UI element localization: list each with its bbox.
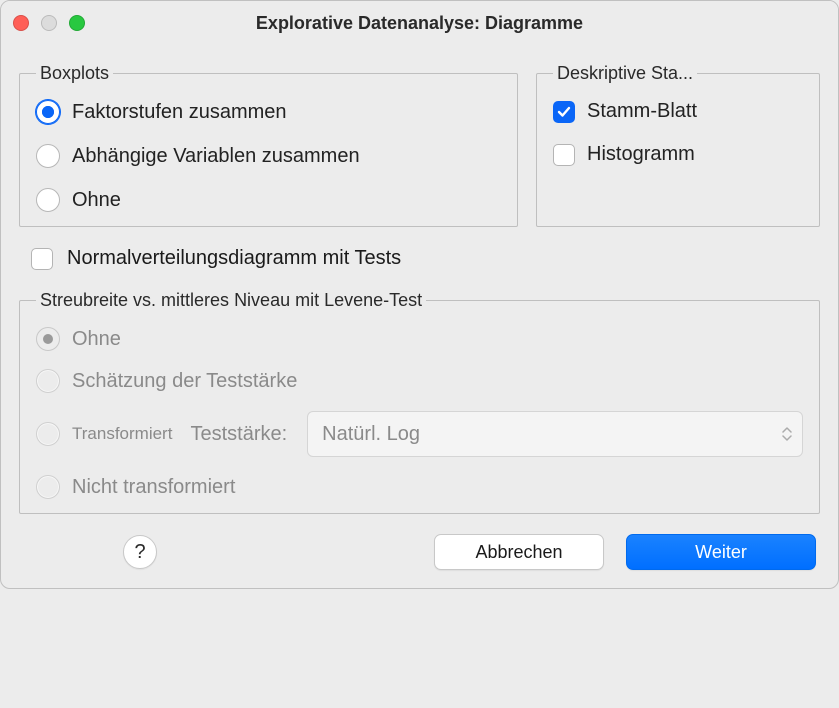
radio-icon [36, 327, 60, 351]
check-label: Stamm-Blatt [587, 100, 697, 123]
radio-dependent-vars-together[interactable]: Abhängige Variablen zusammen [36, 144, 501, 168]
help-icon: ? [134, 541, 145, 564]
radio-icon [36, 188, 60, 212]
radio-levene-none: Ohne [36, 327, 803, 351]
title-bar: Explorative Datenanalyse: Diagramme [1, 1, 838, 45]
check-label: Normalverteilungsdiagramm mit Tests [67, 247, 401, 270]
radio-icon [36, 100, 60, 124]
continue-button[interactable]: Weiter [626, 534, 816, 570]
check-label: Histogramm [587, 143, 695, 166]
select-value: Natürl. Log [322, 423, 420, 446]
descriptive-stats-group: Deskriptive Sta... Stamm-Blatt Histogram… [536, 63, 820, 227]
check-stem-leaf[interactable]: Stamm-Blatt [553, 100, 803, 123]
radio-levene-untransformed: Nicht transformiert [36, 475, 803, 499]
radio-icon [36, 144, 60, 168]
chevron-updown-icon [782, 427, 792, 441]
radio-levene-transformed-row: Transformiert Teststärke: Natürl. Log [36, 411, 803, 457]
radio-levene-power-estimate: Schätzung der Teststärke [36, 369, 803, 393]
power-select: Natürl. Log [307, 411, 803, 457]
cancel-button[interactable]: Abbrechen [434, 534, 604, 570]
checkbox-icon [553, 101, 575, 123]
radio-label: Nicht transformiert [72, 476, 235, 499]
radio-label: Schätzung der Teststärke [72, 370, 297, 393]
check-histogram[interactable]: Histogramm [553, 143, 803, 166]
radio-label: Transformiert [72, 424, 172, 444]
help-button[interactable]: ? [123, 535, 157, 569]
radio-factor-levels-together[interactable]: Faktorstufen zusammen [36, 100, 501, 124]
radio-label: Ohne [72, 328, 121, 351]
radio-label: Abhängige Variablen zusammen [72, 145, 360, 168]
checkbox-icon [31, 248, 53, 270]
window-title: Explorative Datenanalyse: Diagramme [1, 13, 838, 34]
boxplots-legend: Boxplots [36, 63, 113, 84]
dialog-content: Boxplots Faktorstufen zusammen Abhängige… [1, 45, 838, 588]
button-label: Abbrechen [475, 542, 562, 563]
button-bar: ? Abbrechen Weiter [19, 514, 820, 570]
radio-icon [36, 369, 60, 393]
radio-icon [36, 475, 60, 499]
check-normality-plot[interactable]: Normalverteilungsdiagramm mit Tests [19, 239, 820, 284]
radio-none[interactable]: Ohne [36, 188, 501, 212]
levene-legend: Streubreite vs. mittleres Niveau mit Lev… [36, 290, 426, 311]
dialog-window: Explorative Datenanalyse: Diagramme Boxp… [0, 0, 839, 589]
boxplots-group: Boxplots Faktorstufen zusammen Abhängige… [19, 63, 518, 227]
radio-icon [36, 422, 60, 446]
radio-label: Faktorstufen zusammen [72, 101, 287, 124]
button-label: Weiter [695, 542, 747, 563]
stats-legend: Deskriptive Sta... [553, 63, 697, 84]
checkbox-icon [553, 144, 575, 166]
power-label: Teststärke: [190, 423, 287, 446]
radio-label: Ohne [72, 189, 121, 212]
levene-group: Streubreite vs. mittleres Niveau mit Lev… [19, 290, 820, 514]
